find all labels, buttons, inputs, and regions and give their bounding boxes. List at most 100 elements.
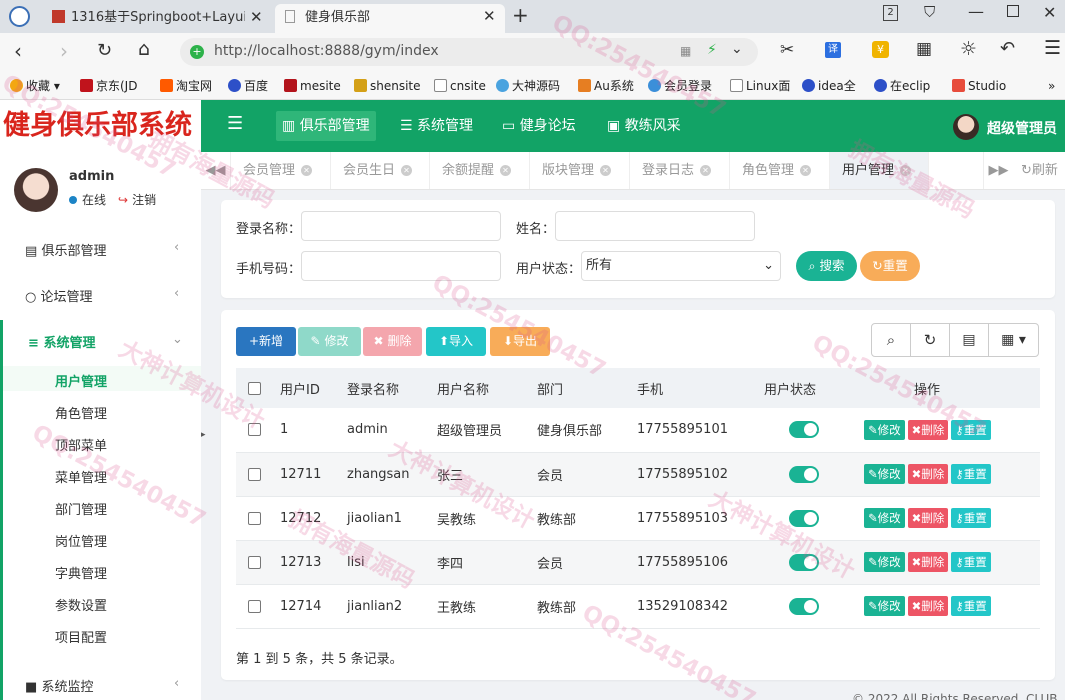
status-toggle[interactable] [789, 465, 819, 483]
tabs-prev-icon[interactable]: ◀◀ [201, 152, 231, 189]
refresh-icon[interactable]: ↻ [911, 324, 950, 356]
table-row[interactable]: 1 admin 超级管理员 健身俱乐部 17755895101 ✎修改 ✖删除 ⚷重置 [236, 408, 1040, 452]
nav-forum[interactable]: ▭ 健身论坛 [496, 111, 582, 141]
tab-balance-reminder[interactable]: 余额提醒 ✕ [430, 152, 530, 189]
tab-member-birthday[interactable]: 会员生日 ✕ [331, 152, 430, 189]
qr-icon[interactable]: ▦ [680, 44, 691, 58]
bookmark-item[interactable]: Linux面 [730, 77, 790, 95]
row-checkbox[interactable] [248, 423, 261, 437]
tab-close-icon[interactable]: ✕ [401, 165, 413, 176]
shirt-icon[interactable]: ⛉ [924, 3, 935, 21]
url-field[interactable]: + http://localhost:8888/gym/index ▦ ⚡ ⌄ [180, 38, 758, 66]
bookmark-item[interactable]: shensite [354, 77, 421, 95]
col-user-id[interactable]: 用户ID [280, 368, 347, 408]
col-login-name[interactable]: 登录名称 [347, 368, 437, 408]
row-reset-button[interactable]: ⚷重置 [951, 464, 991, 484]
row-delete-button[interactable]: ✖删除 [907, 508, 949, 528]
submenu-top-menu[interactable]: 顶部菜单 [55, 435, 107, 454]
submenu-post-mgmt[interactable]: 岗位管理 [55, 531, 107, 550]
table-row[interactable]: 12711 zhangsan 张三 会员 17755895102 ✎修改 ✖删除 ⚷重置 [236, 452, 1040, 496]
submenu-user-mgmt[interactable]: 用户管理 [55, 371, 107, 390]
row-edit-button[interactable]: ✎修改 [864, 552, 905, 572]
bookmark-item[interactable]: 淘宝网 [160, 77, 212, 95]
sidebar-item-monitor[interactable]: ■ 系统监控 ‹ [0, 676, 201, 695]
submenu-role-mgmt[interactable]: 角色管理 [55, 403, 107, 422]
row-delete-button[interactable]: ✖删除 [907, 419, 949, 440]
sidebar-item-forum[interactable]: ○ 论坛管理 ‹ [0, 286, 201, 305]
edit-button[interactable]: ✎ 修改 [298, 327, 361, 356]
bookmark-item[interactable]: cnsite [434, 77, 486, 95]
nav-coach[interactable]: ▣ 教练风采 [601, 111, 687, 141]
submenu-project-config[interactable]: 项目配置 [55, 627, 107, 646]
submenu-dept-mgmt[interactable]: 部门管理 [55, 499, 107, 518]
col-phone[interactable]: 手机 [637, 368, 764, 408]
bookmark-item[interactable]: Studio [952, 77, 1006, 95]
table-row[interactable]: 12712 jiaolian1 吴教练 教练部 17755895103 ✎修改 ✖删除 ⚷重置 [236, 496, 1040, 540]
menu-icon[interactable]: ☰ [1044, 37, 1061, 59]
bookmark-item[interactable]: 在eclip [874, 77, 930, 95]
table-row[interactable]: 12713 lisi 李四 会员 17755895106 ✎修改 ✖删除 ⚷重置 [236, 540, 1040, 584]
tab-member-mgmt[interactable]: 会员管理 ✕ [231, 152, 331, 189]
logout-link[interactable]: ↪ 注销 [118, 191, 156, 208]
export-button[interactable]: ⬇导出 [490, 327, 550, 356]
tab-user-mgmt[interactable]: 用户管理 ✕ [830, 152, 929, 189]
refresh-tab[interactable]: ↻刷新 [1021, 152, 1058, 189]
search-icon[interactable]: ⌕ [872, 324, 911, 356]
tab-count-badge[interactable]: 2 [883, 5, 898, 21]
status-select[interactable]: 所有 ⌄ [581, 251, 781, 281]
tab-close-icon[interactable]: ✕ [600, 165, 612, 176]
browser-tab-1[interactable]: 1316基于Springboot+Layui旅 [40, 4, 245, 33]
status-toggle[interactable] [789, 597, 819, 615]
back-icon[interactable]: ‹ [14, 39, 22, 63]
nav-club[interactable]: ▥ 俱乐部管理 [276, 111, 376, 141]
row-reset-button[interactable]: ⚷重置 [951, 596, 991, 616]
bookmark-item[interactable]: mesite [284, 77, 341, 95]
maximize-icon[interactable] [1007, 5, 1019, 17]
tab-close-icon[interactable]: ✕ [800, 165, 812, 176]
columns-list-icon[interactable]: ▤ [950, 324, 989, 356]
col-user-name[interactable]: 用户名称 [437, 368, 537, 408]
undo-icon[interactable]: ↶ [1000, 38, 1015, 59]
row-checkbox[interactable] [248, 599, 261, 613]
bookmark-item[interactable]: 大神源码 [496, 77, 560, 95]
login-name-input[interactable] [301, 211, 501, 241]
row-delete-button[interactable]: ✖删除 [907, 596, 949, 616]
tab-close-icon[interactable]: ✕ [700, 165, 712, 176]
import-button[interactable]: ⬆导入 [426, 327, 486, 356]
row-edit-button[interactable]: ✎修改 [864, 419, 905, 440]
name-input[interactable] [555, 211, 755, 241]
sidebar-item-club[interactable]: ▤ 俱乐部管理 ‹ [0, 240, 201, 259]
table-row[interactable]: 12714 jianlian2 王教练 教练部 13529108342 ✎修改 ✖删除 ⚷重置 [236, 584, 1040, 628]
row-checkbox[interactable] [248, 467, 261, 481]
sidebar-collapse-handle[interactable]: ▸ [201, 420, 209, 450]
tab-board-mgmt[interactable]: 版块管理 ✕ [530, 152, 630, 189]
browser-tab-2[interactable]: 健身俱乐部 [275, 4, 505, 33]
reset-button[interactable]: ↻重置 [860, 251, 920, 281]
tab-close-icon[interactable]: ✕ [301, 165, 313, 176]
bookmark-item[interactable]: 百度 [228, 77, 268, 95]
grid-view-icon[interactable]: ▦ ▾ [989, 324, 1038, 356]
row-delete-button[interactable]: ✖删除 [907, 552, 949, 572]
row-edit-button[interactable]: ✎修改 [864, 596, 905, 616]
nav-system[interactable]: ☰ 系统管理 [394, 111, 479, 141]
phone-input[interactable] [301, 251, 501, 281]
bookmark-item[interactable]: 收藏 ▾ [10, 77, 60, 95]
bookmark-item[interactable]: 京东(JD [80, 77, 137, 95]
row-checkbox[interactable] [248, 511, 261, 525]
submenu-dict-mgmt[interactable]: 字典管理 [55, 563, 107, 582]
tab-login-log[interactable]: 登录日志 ✕ [630, 152, 730, 189]
bookmark-item[interactable]: idea全 [802, 77, 856, 95]
row-reset-button[interactable]: ⚷重置 [951, 419, 991, 440]
reload-icon[interactable]: ↻ [97, 40, 112, 61]
row-edit-button[interactable]: ✎修改 [864, 464, 905, 484]
window-close-icon[interactable]: ✕ [1043, 3, 1056, 22]
new-tab-icon[interactable]: + [512, 3, 529, 27]
search-button[interactable]: ⌕ 搜索 [796, 251, 857, 281]
row-checkbox[interactable] [248, 555, 261, 569]
tab-close-icon[interactable]: ✕ [250, 8, 263, 26]
minimize-icon[interactable]: — [968, 2, 984, 21]
col-dept[interactable]: 部门 [537, 368, 637, 408]
sun-icon[interactable]: ☼ [960, 38, 977, 60]
bookmark-more-icon[interactable]: » [1048, 77, 1055, 95]
add-button[interactable]: +新增 [236, 327, 296, 356]
